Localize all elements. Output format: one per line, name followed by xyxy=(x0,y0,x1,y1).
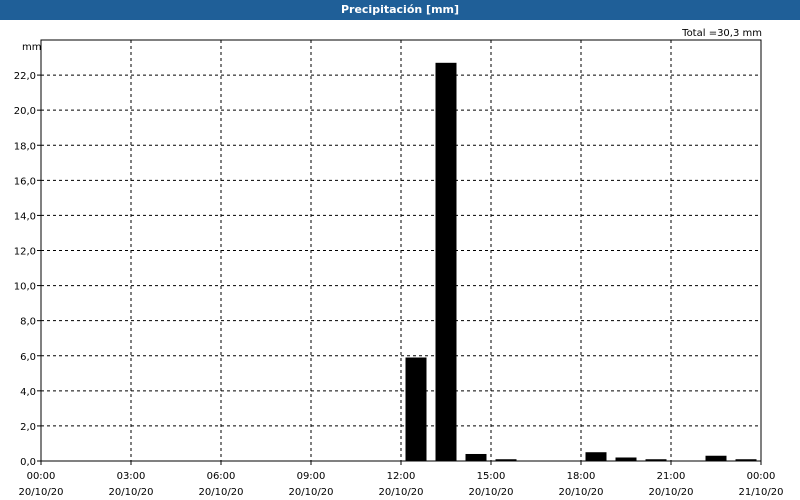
x-tick-time: 12:00 xyxy=(387,471,416,482)
grid-lines xyxy=(41,40,761,461)
x-tick-time: 00:00 xyxy=(747,471,776,482)
x-tick-date: 20/10/20 xyxy=(469,487,514,498)
y-tick-label: 12,0 xyxy=(14,247,36,258)
y-tick-label: 4,0 xyxy=(20,387,36,398)
y-tick-label: 18,0 xyxy=(14,141,36,152)
x-tick-time: 09:00 xyxy=(297,471,326,482)
y-tick-label: 22,0 xyxy=(14,71,36,82)
x-tick-date: 20/10/20 xyxy=(559,487,604,498)
y-tick-label: 14,0 xyxy=(14,211,36,222)
y-tick-label: 10,0 xyxy=(14,282,36,293)
y-tick-label: 6,0 xyxy=(20,352,36,363)
x-tick-date: 20/10/20 xyxy=(199,487,244,498)
y-ticks: 0,0 2,0 4,0 6,0 8,0 10,0 12,0 14,0 16,0 18,0 20,0 2… xyxy=(14,71,41,468)
bar-1300 xyxy=(435,62,457,461)
bar-1200 xyxy=(405,357,427,461)
x-tick-time: 00:00 xyxy=(27,471,56,482)
bar-1800 xyxy=(585,452,607,461)
x-tick-date: 20/10/20 xyxy=(379,487,424,498)
x-tick-time: 15:00 xyxy=(477,471,506,482)
x-tick-date: 20/10/20 xyxy=(19,487,64,498)
x-ticks: 00:00 20/10/20 03:00 20/10/20 06:00 20/10/20 0… xyxy=(19,461,784,498)
y-tick-label: 8,0 xyxy=(20,317,36,328)
y-axis-label: mm xyxy=(22,42,41,53)
x-tick-time: 18:00 xyxy=(567,471,596,482)
x-tick-date: 20/10/20 xyxy=(109,487,154,498)
x-tick-time: 06:00 xyxy=(207,471,236,482)
bar-2200 xyxy=(705,455,727,461)
x-tick-date: 20/10/20 xyxy=(289,487,334,498)
x-tick-time: 21:00 xyxy=(657,471,686,482)
precipitation-chart: mm Total =30,3 mm 0,0 2,0 4,0 6,0 8,0 10,0 12,… xyxy=(14,28,784,498)
x-tick-date: 20/10/20 xyxy=(649,487,694,498)
y-tick-label: 20,0 xyxy=(14,106,36,117)
y-tick-label: 0,0 xyxy=(20,457,36,468)
bar-1900 xyxy=(615,457,637,461)
bar-1400 xyxy=(465,453,487,461)
chart-title: Precipitación [mm] xyxy=(0,0,800,20)
x-tick-time: 03:00 xyxy=(117,471,146,482)
total-annotation: Total =30,3 mm xyxy=(681,28,762,39)
y-tick-label: 16,0 xyxy=(14,176,36,187)
y-tick-label: 2,0 xyxy=(20,422,36,433)
x-tick-date: 21/10/20 xyxy=(739,487,784,498)
